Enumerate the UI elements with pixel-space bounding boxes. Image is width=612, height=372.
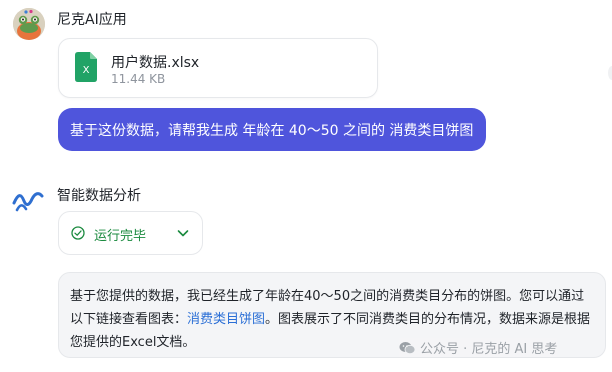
chevron-down-icon — [177, 230, 189, 237]
assistant-avatar — [11, 184, 45, 218]
user-name: 尼克AI应用 — [57, 12, 127, 28]
file-attachment-card[interactable]: X 用户数据.xlsx 11.44 KB — [58, 38, 378, 98]
user-avatar — [13, 8, 45, 40]
excel-file-icon: X — [75, 52, 97, 82]
chart-link[interactable]: 消费类目饼图 — [187, 312, 265, 327]
run-status-label: 运行完毕 — [94, 229, 147, 244]
chat-page: 尼克AI应用 X 用户数据.xlsx 11.44 KB 基于这份数据，请帮我生成… — [0, 0, 612, 372]
file-size: 11.44 KB — [111, 72, 166, 86]
watermark: 公众号 · 尼克的 AI 思考 — [399, 338, 558, 357]
wave-logo-icon — [12, 192, 44, 212]
user-message-bubble: 基于这份数据，请帮我生成 年龄在 40～50 之间的 消费类目饼图 — [58, 108, 486, 151]
check-circle-icon — [71, 226, 85, 240]
wechat-icon — [399, 341, 416, 354]
frog-avatar-icon — [13, 8, 45, 40]
scroll-edge-fragment — [608, 66, 612, 80]
watermark-text: 公众号 · 尼克的 AI 思考 — [420, 342, 558, 357]
file-name: 用户数据.xlsx — [111, 55, 200, 71]
excel-file-letter: X — [83, 65, 90, 76]
user-message-text: 基于这份数据，请帮我生成 年龄在 40～50 之间的 消费类目饼图 — [70, 122, 474, 139]
assistant-name: 智能数据分析 — [57, 188, 141, 204]
run-status-toggle[interactable]: 运行完毕 — [58, 211, 203, 255]
